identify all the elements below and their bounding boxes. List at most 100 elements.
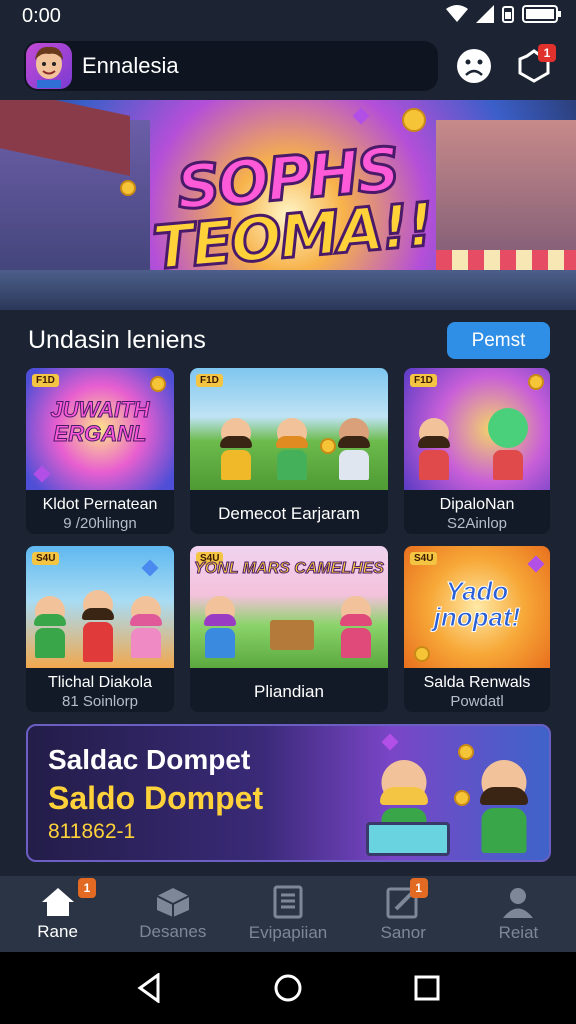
- coin-icon: [402, 108, 426, 132]
- character-illustration: [418, 418, 450, 480]
- game-title: Kldot Pernatean: [42, 496, 158, 513]
- thumbnail-title: Yado jnopat!: [433, 576, 521, 632]
- nav-item-desanes[interactable]: Desanes: [115, 876, 230, 952]
- nav-item-home[interactable]: 1 Rane: [0, 876, 115, 952]
- app-header: Ennalesia 1: [0, 32, 576, 100]
- game-title: Pliandian: [254, 682, 324, 701]
- status-bar: 0:00: [0, 0, 576, 32]
- gem-icon: [381, 733, 399, 751]
- cube-icon: [156, 888, 190, 917]
- section-title: Undasin leniens: [28, 326, 206, 354]
- sim-icon: [502, 5, 514, 28]
- nav-item-reiat[interactable]: Reiat: [461, 876, 576, 952]
- tablet-illustration: [366, 822, 450, 856]
- home-circle-icon[interactable]: [273, 973, 303, 1003]
- game-subtitle: Powdatl: [450, 693, 504, 710]
- game-card[interactable]: S4U Tlichal Diakola 81 Soinlorp: [26, 546, 174, 712]
- coin-icon: [120, 180, 136, 196]
- status-time: 0:00: [22, 4, 61, 27]
- home-icon: [41, 888, 74, 916]
- system-navigation: [0, 952, 576, 1024]
- game-card[interactable]: F1D Demecot Earjaram: [190, 368, 388, 534]
- nav-item-evipapiian[interactable]: Evipapiian: [230, 876, 345, 952]
- game-thumbnail: F1D: [190, 368, 388, 490]
- game-card[interactable]: F1D DipaloNan S2Ainlop: [404, 368, 550, 534]
- back-icon[interactable]: [136, 973, 162, 1003]
- character-illustration: [340, 596, 372, 658]
- game-subtitle: S2Ainlop: [446, 515, 508, 532]
- hero-banner[interactable]: SOPHS TEOMA!!: [0, 100, 576, 310]
- game-title: Salda Renwals: [423, 674, 531, 691]
- game-title: Demecot Earjaram: [218, 504, 360, 523]
- character-illustration: [488, 408, 528, 480]
- notification-badge: 1: [538, 44, 556, 62]
- nav-label: Reiat: [498, 923, 539, 942]
- nav-label: Sanor: [380, 923, 426, 942]
- wallet-amount: 811862-1: [48, 820, 136, 843]
- username: Ennalesia: [82, 53, 179, 78]
- signal-icon: [476, 4, 494, 28]
- game-title: DipaloNan: [439, 496, 515, 513]
- battery-icon: [522, 4, 562, 29]
- status-icons: [446, 4, 562, 29]
- person-icon: [503, 888, 534, 918]
- document-icon: [273, 885, 303, 919]
- coin-icon: [454, 790, 470, 806]
- gem-icon: [33, 465, 51, 483]
- character-illustration: [338, 418, 370, 480]
- character-illustration: [480, 760, 528, 853]
- coin-icon: [150, 376, 166, 392]
- game-card[interactable]: S4U YONL MARS CAMELHES Pliandian: [190, 546, 388, 712]
- bottom-navigation: 1 Rane Desanes Evipapiian 1 Sanor Reiat: [0, 876, 576, 952]
- nav-item-sanor[interactable]: 1 Sanor: [346, 876, 461, 952]
- game-card[interactable]: F1D JUWAITH ERGANL Kldot Pernatean 9 /20…: [26, 368, 174, 534]
- avatar[interactable]: [26, 43, 72, 89]
- character-illustration: [220, 418, 252, 480]
- game-tag: F1D: [32, 374, 59, 387]
- thumbnail-title: YONL MARS CAMELHES: [194, 560, 385, 578]
- settings-button[interactable]: 1: [510, 42, 558, 90]
- nav-label: Rane: [37, 922, 78, 941]
- gem-icon: [527, 555, 545, 573]
- gem-icon: [141, 559, 159, 577]
- profile-pill[interactable]: Ennalesia: [24, 41, 438, 91]
- game-subtitle: 9 /20hlingn: [63, 515, 137, 532]
- treasure-box: [270, 620, 314, 650]
- coin-icon: [528, 374, 544, 390]
- coin-icon: [458, 744, 474, 760]
- character-illustration: [130, 596, 162, 658]
- wallet-banner[interactable]: Saldac Dompet Saldo Dompet 811862-1: [26, 724, 551, 862]
- game-tag: S4U: [32, 552, 60, 565]
- thumbnail-title: JUWAITH ERGANL: [50, 397, 150, 446]
- game-grid: F1D JUWAITH ERGANL Kldot Pernatean 9 /20…: [26, 368, 550, 712]
- nav-label: Desanes: [139, 922, 207, 941]
- game-thumbnail: S4U: [26, 546, 174, 668]
- wallet-heading: Saldac Dompet: [48, 744, 251, 775]
- coin-icon: [320, 438, 336, 454]
- character-illustration: [204, 596, 236, 658]
- game-thumbnail: F1D: [404, 368, 550, 490]
- game-subtitle: 81 Soinlorp: [62, 693, 138, 710]
- game-tag: S4U: [410, 552, 438, 565]
- game-title: Tlichal Diakola: [47, 674, 153, 691]
- character-illustration: [82, 590, 114, 662]
- hero-road: [0, 270, 576, 310]
- nav-label: Evipapiian: [248, 923, 328, 942]
- hero-title: SOPHS TEOMA!!: [145, 133, 437, 285]
- game-thumbnail: F1D JUWAITH ERGANL: [26, 368, 174, 490]
- wallet-title: Saldo Dompet: [48, 780, 264, 816]
- character-illustration: [276, 418, 308, 480]
- nav-badge: 1: [409, 878, 428, 898]
- nav-badge: 1: [78, 878, 96, 898]
- section-action-button[interactable]: Pemst: [447, 322, 550, 359]
- game-tag: F1D: [196, 374, 223, 387]
- wifi-icon: [446, 4, 468, 28]
- sad-face-button[interactable]: [450, 42, 498, 90]
- gem-icon: [352, 107, 370, 125]
- game-tag: F1D: [410, 374, 437, 387]
- recents-icon[interactable]: [414, 975, 440, 1001]
- character-illustration: [34, 596, 66, 658]
- game-thumbnail: S4U Yado jnopat!: [404, 546, 550, 668]
- game-card[interactable]: S4U Yado jnopat! Salda Renwals Powdatl: [404, 546, 550, 712]
- coin-icon: [414, 646, 430, 662]
